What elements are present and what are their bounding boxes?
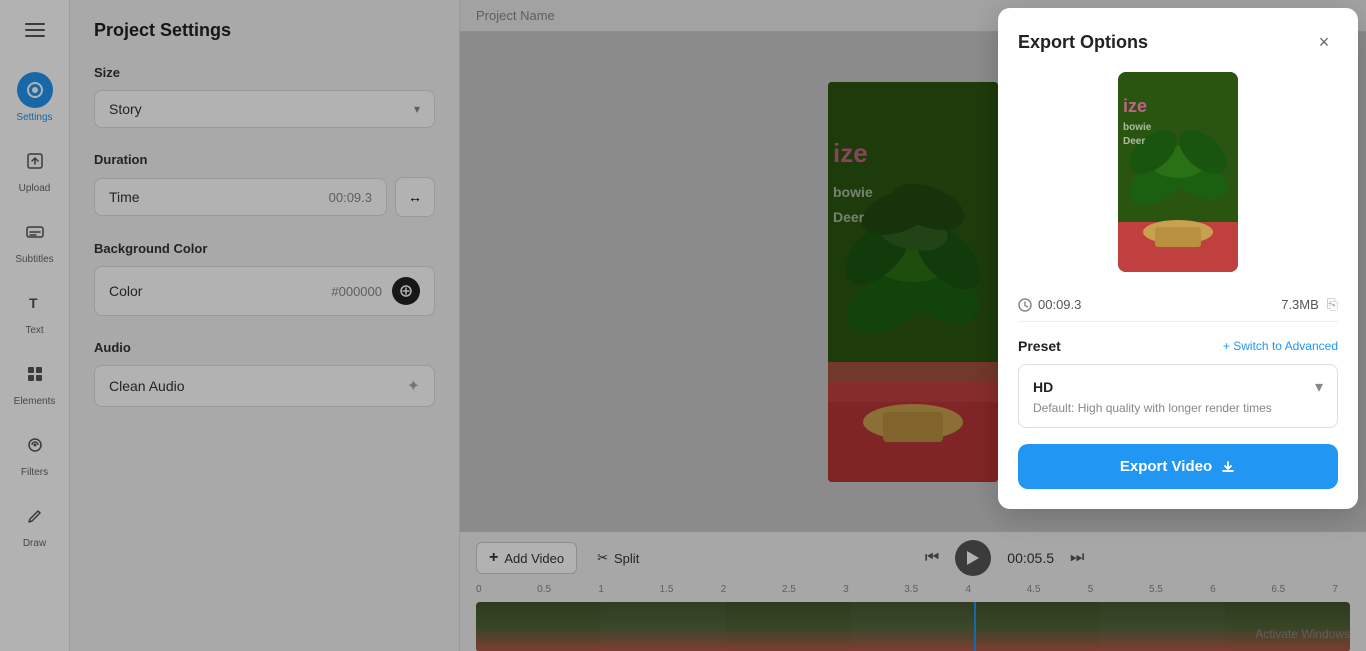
audio-label: Audio bbox=[94, 340, 435, 355]
duration-label: Duration bbox=[94, 152, 435, 167]
sidebar-item-text[interactable]: T Text bbox=[0, 277, 69, 344]
export-duration: 00:09.3 bbox=[1018, 297, 1081, 312]
svg-text:Deer: Deer bbox=[833, 209, 865, 225]
sidebar-item-draw[interactable]: Draw bbox=[0, 490, 69, 557]
sidebar-text-label: Text bbox=[25, 325, 43, 336]
activate-windows-text: Activate Windows bbox=[1255, 627, 1350, 641]
split-icon: ✂ bbox=[597, 550, 608, 566]
sidebar-item-elements[interactable]: Elements bbox=[0, 348, 69, 415]
audio-section: Audio Clean Audio ✦ bbox=[94, 340, 435, 407]
split-button[interactable]: ✂ Split bbox=[589, 544, 647, 572]
project-name: Project Name bbox=[476, 8, 555, 23]
timeline-controls: + Add Video ✂ Split ⏮ 00:05.5 ⏭ bbox=[460, 532, 1366, 584]
size-value: Story bbox=[109, 101, 142, 117]
color-field-label: Color bbox=[109, 283, 142, 299]
play-button[interactable] bbox=[955, 540, 991, 576]
export-meta: 00:09.3 7.3MB ⎘ bbox=[1018, 288, 1338, 322]
export-filesize: 7.3MB bbox=[1281, 297, 1319, 312]
chevron-down-icon: ▾ bbox=[1315, 377, 1323, 397]
duration-section: Duration Time 00:09.3 ↔ bbox=[94, 152, 435, 217]
duration-arrows-button[interactable]: ↔ bbox=[395, 177, 435, 217]
preset-select-top: HD ▾ bbox=[1033, 377, 1323, 397]
chevron-down-icon: ▾ bbox=[414, 102, 420, 116]
export-btn-label: Export Video bbox=[1120, 458, 1212, 475]
preset-description: Default: High quality with longer render… bbox=[1033, 401, 1323, 415]
export-modal: Export Options × ize bowie Deer bbox=[998, 8, 1358, 509]
modal-header: Export Options × bbox=[1018, 28, 1338, 56]
preset-select[interactable]: HD ▾ Default: High quality with longer r… bbox=[1018, 364, 1338, 428]
copy-icon: ⎘ bbox=[1327, 296, 1338, 313]
duration-value: 00:09.3 bbox=[329, 190, 372, 205]
sidebar: Settings Upload Subtitles T Text bbox=[0, 0, 70, 651]
preset-name: HD bbox=[1033, 379, 1053, 395]
svg-text:bowie: bowie bbox=[1123, 122, 1152, 133]
duration-field-label: Time bbox=[109, 189, 140, 205]
size-select[interactable]: Story ▾ bbox=[94, 90, 435, 128]
svg-text:T: T bbox=[29, 295, 38, 311]
sidebar-subtitles-label: Subtitles bbox=[15, 254, 53, 265]
color-picker-button[interactable] bbox=[392, 277, 420, 305]
sidebar-filters-label: Filters bbox=[21, 467, 48, 478]
add-video-button[interactable]: + Add Video bbox=[476, 542, 577, 574]
forward-button[interactable]: ⏭ bbox=[1070, 549, 1084, 567]
timeline: + Add Video ✂ Split ⏮ 00:05.5 ⏭ 0 0.5 1 … bbox=[460, 531, 1366, 651]
svg-text:ize: ize bbox=[833, 138, 868, 168]
timeline-playback: ⏮ 00:05.5 ⏭ bbox=[659, 540, 1350, 576]
rewind-button[interactable]: ⏮ bbox=[925, 549, 939, 567]
sidebar-draw-label: Draw bbox=[23, 538, 46, 549]
audio-field[interactable]: Clean Audio ✦ bbox=[94, 365, 435, 407]
timeline-track[interactable]: ▼ bbox=[476, 602, 1350, 651]
svg-text:ize: ize bbox=[1123, 96, 1147, 116]
split-label: Split bbox=[614, 551, 639, 566]
plus-icon: + bbox=[489, 549, 498, 567]
sidebar-item-settings[interactable]: Settings bbox=[0, 64, 69, 131]
color-hex-value: #000000 bbox=[331, 284, 382, 299]
timecode: 00:05.5 bbox=[1007, 550, 1054, 566]
preset-header: Preset + Switch to Advanced bbox=[1018, 338, 1338, 354]
duration-row: Time 00:09.3 ↔ bbox=[94, 177, 435, 217]
sidebar-item-filters[interactable]: Filters bbox=[0, 419, 69, 486]
svg-text:Deer: Deer bbox=[1123, 136, 1145, 147]
audio-value: Clean Audio bbox=[109, 378, 185, 394]
background-color-section: Background Color Color #000000 bbox=[94, 241, 435, 316]
settings-title: Project Settings bbox=[94, 20, 435, 41]
add-video-label: Add Video bbox=[504, 551, 564, 566]
video-preview: ize bowie Deer bbox=[828, 82, 998, 482]
size-label: Size bbox=[94, 65, 435, 80]
export-video-button[interactable]: Export Video bbox=[1018, 444, 1338, 489]
color-right: #000000 bbox=[331, 277, 420, 305]
menu-icon[interactable] bbox=[17, 12, 53, 48]
preset-section: Preset + Switch to Advanced HD ▾ Default… bbox=[1018, 338, 1338, 428]
sidebar-settings-label: Settings bbox=[16, 112, 52, 123]
sidebar-item-upload[interactable]: Upload bbox=[0, 135, 69, 202]
color-field[interactable]: Color #000000 bbox=[94, 266, 435, 316]
preset-label: Preset bbox=[1018, 338, 1061, 354]
svg-text:bowie: bowie bbox=[833, 184, 873, 200]
sparkle-icon: ✦ bbox=[407, 376, 420, 396]
sidebar-item-subtitles[interactable]: Subtitles bbox=[0, 206, 69, 273]
modal-close-button[interactable]: × bbox=[1310, 28, 1338, 56]
sidebar-upload-label: Upload bbox=[19, 183, 51, 194]
export-thumbnail: ize bowie Deer bbox=[1118, 72, 1238, 272]
export-duration-value: 00:09.3 bbox=[1038, 297, 1081, 312]
settings-panel: Project Settings Size Story ▾ Duration T… bbox=[70, 0, 460, 651]
switch-advanced-link[interactable]: + Switch to Advanced bbox=[1223, 339, 1338, 353]
duration-field[interactable]: Time 00:09.3 bbox=[94, 178, 387, 216]
size-section: Size Story ▾ bbox=[94, 65, 435, 128]
background-color-label: Background Color bbox=[94, 241, 435, 256]
modal-title: Export Options bbox=[1018, 32, 1148, 53]
sidebar-elements-label: Elements bbox=[14, 396, 56, 407]
